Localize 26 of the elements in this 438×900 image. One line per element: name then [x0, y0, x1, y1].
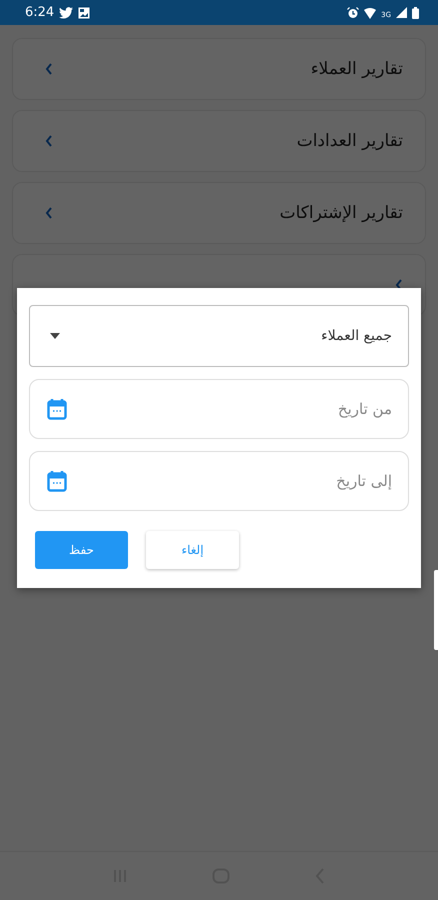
- report-menu-item[interactable]: تقارير العملاء: [12, 38, 426, 100]
- bird-icon: [59, 6, 74, 18]
- date-field[interactable]: إلى تاريخ: [29, 451, 409, 511]
- signal-icon: [396, 7, 407, 18]
- customer-select[interactable]: جميع العملاء: [29, 305, 409, 367]
- save-button[interactable]: حفظ: [35, 531, 128, 569]
- chevron-left-icon: [45, 63, 53, 75]
- status-time: 6:24: [25, 5, 54, 20]
- scroll-handle[interactable]: [434, 570, 438, 650]
- image-icon: [78, 6, 90, 18]
- report-menu-item[interactable]: تقارير العدادات: [12, 110, 426, 172]
- dropdown-caret-icon: [50, 333, 60, 339]
- menu-item-label: تقارير الإشتراكات: [280, 203, 403, 223]
- report-menu-item[interactable]: تقارير الإشتراكات: [12, 182, 426, 244]
- date-field[interactable]: من تاريخ: [29, 379, 409, 439]
- alarm-icon: [347, 6, 360, 18]
- calendar-icon: [47, 470, 67, 492]
- menu-item-label: تقارير العدادات: [296, 131, 403, 151]
- chevron-left-icon: [45, 207, 53, 219]
- chevron-left-icon: [45, 135, 53, 147]
- battery-icon: [412, 6, 419, 18]
- cancel-button[interactable]: إلغاء: [146, 531, 239, 569]
- wifi-icon: [364, 6, 376, 18]
- calendar-icon: [47, 398, 67, 420]
- chevron-left-icon: [395, 279, 403, 291]
- menu-item-label: تقارير العملاء: [310, 59, 403, 79]
